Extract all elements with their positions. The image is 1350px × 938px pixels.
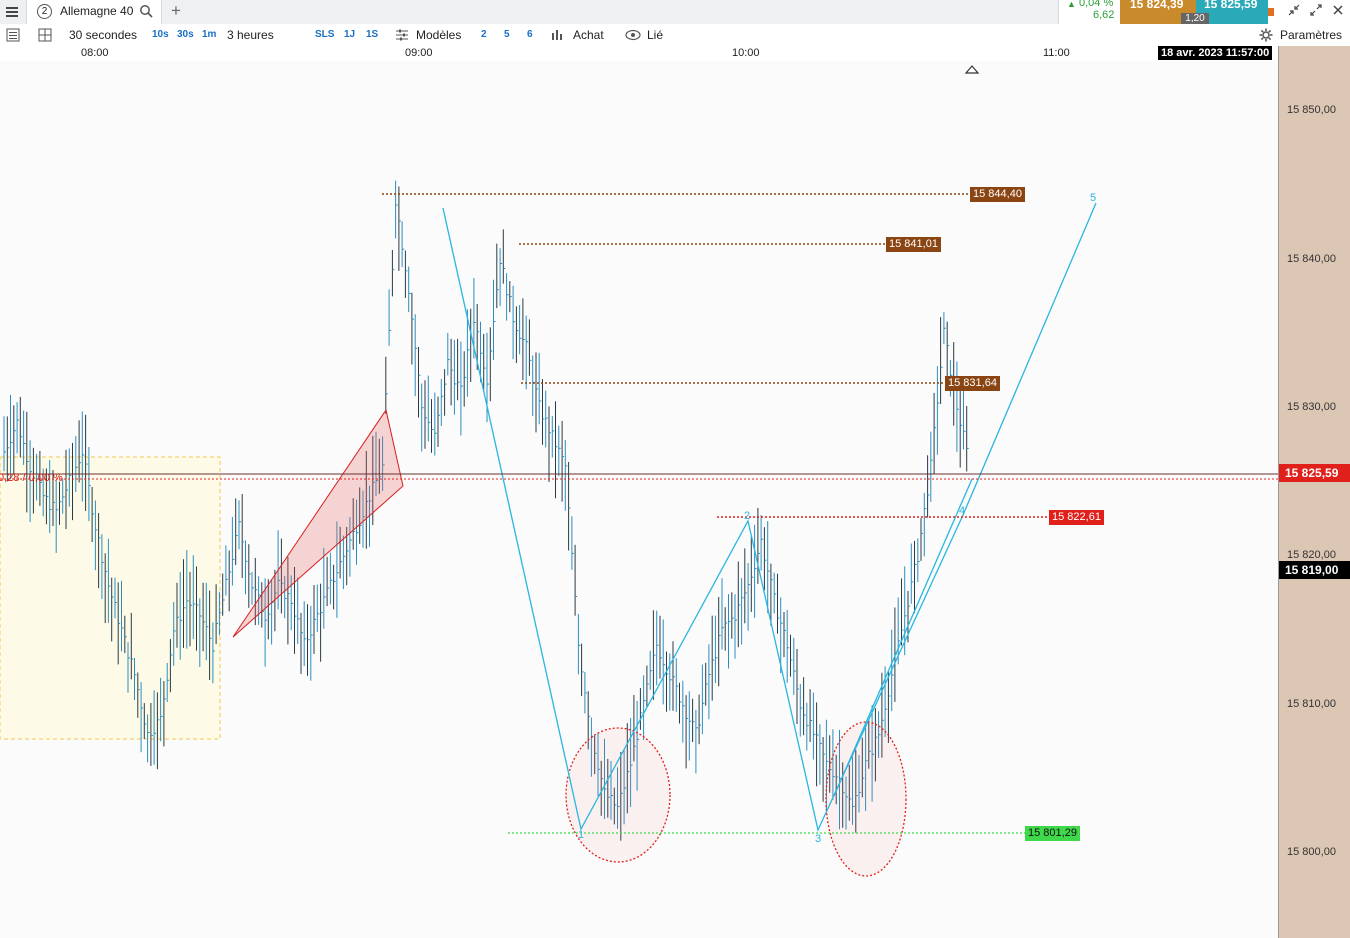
layout-5-button[interactable]: 5: [504, 27, 510, 43]
wave-label-3: 3: [815, 833, 821, 845]
chart-toolbar: 30 secondes 10s 30s 1m 3 heures SLS 1J 1…: [0, 24, 1350, 47]
search-icon[interactable]: [139, 4, 153, 18]
time-tick-0900: 09:00: [405, 47, 433, 59]
price-change-panel: ▲ 0,04 % 6,62: [1058, 0, 1121, 24]
period-select[interactable]: 30 secondes: [69, 27, 137, 43]
expand-icon[interactable]: [1310, 4, 1322, 16]
price-axis[interactable]: 15 850,00 15 840,00 15 830,00 15 820,00 …: [1278, 46, 1350, 938]
period-30s-button[interactable]: 30s: [177, 27, 194, 43]
wave-label-5: 5: [1090, 192, 1096, 204]
range-select[interactable]: 3 heures: [227, 27, 274, 43]
bottom-ellipse-1: [565, 727, 671, 863]
cursor-time-label: 18 avr. 2023 11:57:00: [1158, 46, 1273, 60]
level-tag-15801[interactable]: 15 801,29: [1025, 826, 1080, 841]
time-axis: 08:00 09:00 10:00 11:00 18 avr. 2023 11:…: [0, 46, 1278, 62]
price-label-15810: 15 810,00: [1287, 698, 1336, 710]
time-tick-1000: 10:00: [732, 47, 760, 59]
home-marker-icon: [964, 65, 980, 74]
templates-button[interactable]: Modèles: [416, 27, 461, 43]
wave-label-2: 2: [744, 510, 750, 522]
buy-icon[interactable]: [550, 28, 566, 42]
chart-tab[interactable]: 2 Allemagne 40: [26, 0, 162, 24]
settings-button[interactable]: Paramètres: [1280, 27, 1342, 43]
ask-price: 15 825,59: [1204, 0, 1258, 11]
level-tag-15841[interactable]: 15 841,01: [886, 237, 941, 252]
add-tab-button[interactable]: +: [171, 1, 181, 21]
marker-price-tag: 15 819,00: [1279, 561, 1350, 579]
linked-button[interactable]: Lié: [647, 27, 663, 43]
level-tag-15822[interactable]: 15 822,61: [1049, 510, 1104, 525]
change-percent: 0,04 %: [1079, 0, 1114, 9]
time-tick-0800: 08:00: [81, 47, 109, 59]
chart-plot-area[interactable]: 1 2 3 4 5 0,28 / 0,00 % 15 844,40 15 841…: [0, 61, 1278, 938]
last-price-tag: 15 825,59: [1279, 464, 1350, 482]
price-label-15800: 15 800,00: [1287, 846, 1336, 858]
layout-6-button[interactable]: 6: [527, 27, 533, 43]
spread-value: 1,20: [1181, 13, 1209, 24]
left-overlay-label: 0,28 / 0,00 %: [0, 472, 63, 484]
gear-icon[interactable]: [1259, 28, 1273, 42]
layout-2-button[interactable]: 2: [481, 27, 487, 43]
level-tag-15831[interactable]: 15 831,64: [945, 376, 1000, 391]
bid-price: 15 824,39: [1130, 0, 1184, 11]
buy-button[interactable]: Achat: [573, 27, 604, 43]
period-1m-button[interactable]: 1m: [202, 27, 216, 43]
period-10s-button[interactable]: 10s: [152, 27, 169, 43]
time-tick-1100: 11:00: [1043, 47, 1070, 59]
collapse-icon[interactable]: [1288, 4, 1300, 16]
price-chart[interactable]: 1 2 3 4 5: [0, 61, 1278, 938]
range-1j-button[interactable]: 1J: [344, 27, 355, 43]
hamburger-icon[interactable]: [6, 5, 18, 19]
wave-label-1: 1: [578, 829, 584, 841]
change-absolute: 6,62: [1093, 9, 1115, 21]
price-label-15820: 15 820,00: [1287, 549, 1336, 561]
range-1s-button[interactable]: 1S: [366, 27, 378, 43]
panel-icon[interactable]: [6, 28, 20, 42]
price-label-15850: 15 850,00: [1287, 104, 1336, 116]
up-arrow-icon: ▲: [1067, 0, 1076, 9]
grid-layout-icon[interactable]: [38, 28, 52, 42]
level-tag-15844[interactable]: 15 844,40: [970, 187, 1025, 202]
wave-label-4: 4: [959, 505, 965, 517]
tab-number-badge: 2: [37, 4, 52, 19]
tab-label: Allemagne 40: [60, 4, 134, 18]
window-controls: [1268, 0, 1350, 24]
eye-icon[interactable]: [625, 29, 641, 41]
close-icon[interactable]: [1332, 4, 1344, 16]
bottom-ellipse-2: [825, 721, 907, 877]
wave-trend-line: [833, 478, 973, 797]
templates-icon[interactable]: [395, 28, 409, 42]
tab-bar: 2 Allemagne 40 + ▲ 0,04 % 6,62 15 824,39…: [0, 0, 1350, 25]
orange-close-icon[interactable]: [1268, 8, 1274, 16]
rising-wedge-shape: [232, 408, 404, 638]
range-sls-button[interactable]: SLS: [315, 27, 334, 43]
price-label-15830: 15 830,00: [1287, 401, 1336, 413]
price-label-15840: 15 840,00: [1287, 253, 1336, 265]
